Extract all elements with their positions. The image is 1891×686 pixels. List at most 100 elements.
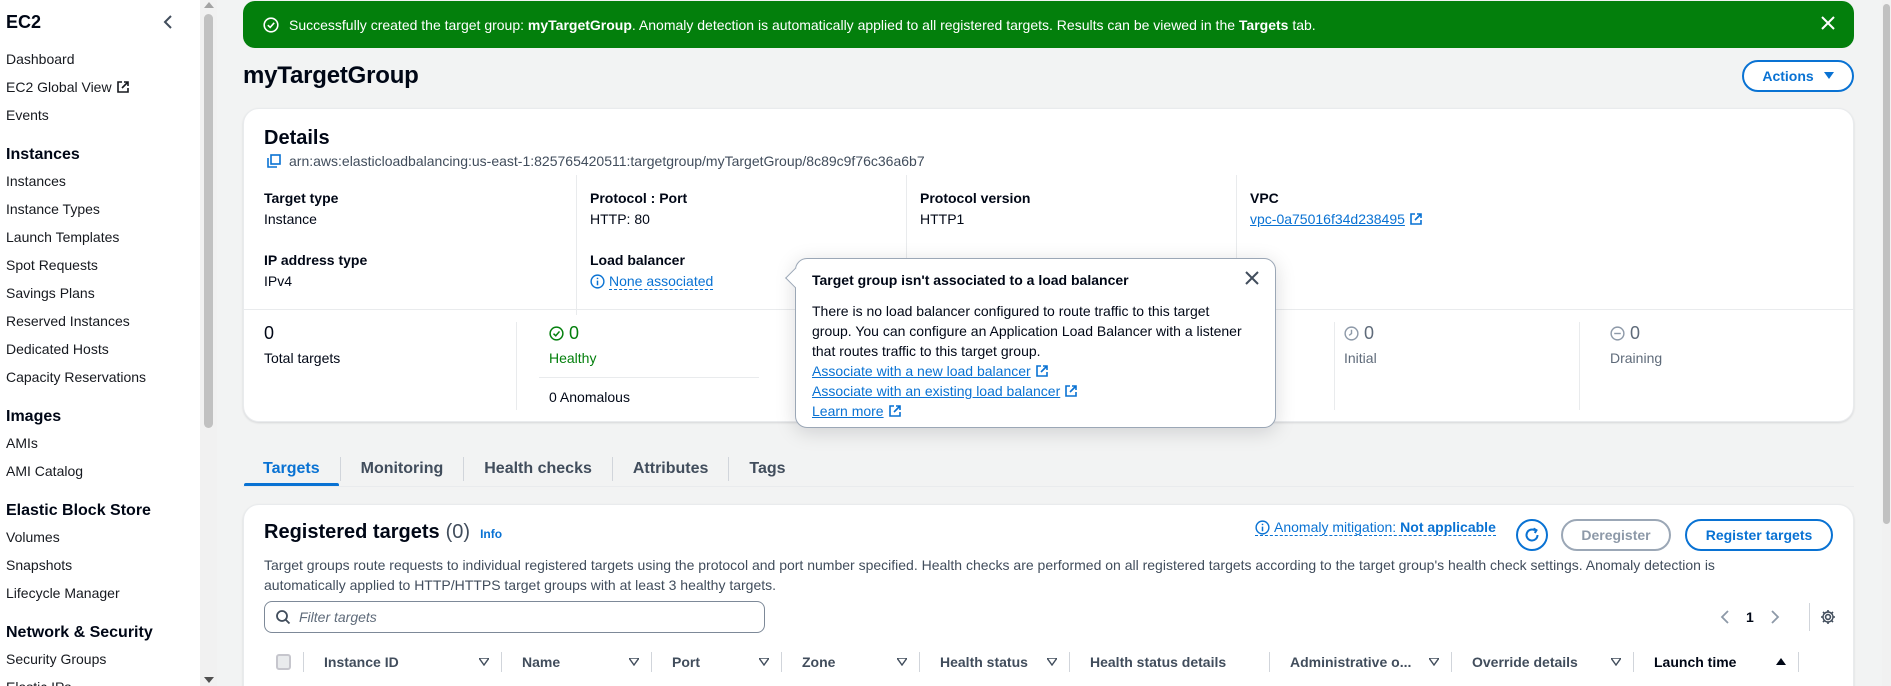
vpc-link[interactable]: vpc-0a75016f34d238495 (1250, 211, 1405, 227)
sidebar-header: EC2 (0, 0, 200, 44)
flash-close-icon[interactable] (1820, 15, 1836, 31)
vpc: VPC vpc-0a75016f34d238495 (1250, 190, 1423, 227)
column-header-override-details[interactable]: Override details (1452, 652, 1634, 672)
scroll-up-arrow-icon[interactable] (204, 2, 214, 8)
sort-caret-icon (1611, 658, 1621, 666)
external-link-icon (1409, 212, 1423, 226)
sort-caret-icon (1047, 658, 1057, 666)
sidebar-item-ami-catalog[interactable]: AMI Catalog (0, 457, 200, 485)
column-header-name[interactable]: Name (502, 652, 652, 672)
column-header-health-status[interactable]: Health status (920, 652, 1070, 672)
flash-message: Successfully created the target group: m… (289, 16, 1316, 33)
sidebar-item-elastic-ips[interactable]: Elastic IPs (0, 673, 200, 686)
details-heading: Details (264, 127, 330, 149)
protocol-port: Protocol : Port HTTP: 80 (590, 190, 688, 227)
sidebar-item-events[interactable]: Events (0, 101, 200, 129)
stat-total-targets: 0 Total targets (264, 323, 341, 366)
column-header-port[interactable]: Port (652, 652, 782, 672)
sidebar-item-launch-templates[interactable]: Launch Templates (0, 223, 200, 251)
sidebar-item-volumes[interactable]: Volumes (0, 523, 200, 551)
column-header-instance-id[interactable]: Instance ID (304, 652, 502, 672)
next-page-icon[interactable] (1770, 610, 1780, 624)
anomaly-mitigation[interactable]: Anomaly mitigation: Not applicable (1255, 519, 1496, 536)
popover-title: Target group isn't associated to a load … (812, 272, 1129, 288)
column-header-launch-time[interactable]: Launch time (1634, 652, 1799, 672)
sidebar: EC2 Dashboard EC2 Global View Events Ins… (0, 0, 200, 686)
minus-circle-icon (1610, 326, 1625, 341)
column-header-zone[interactable]: Zone (782, 652, 920, 672)
deregister-button[interactable]: Deregister (1561, 519, 1671, 551)
sidebar-item-capacity-reservations[interactable]: Capacity Reservations (0, 363, 200, 391)
actions-button[interactable]: Actions (1742, 60, 1854, 92)
sidebar-section-ebs: Elastic Block Store (6, 502, 151, 519)
sidebar-item-savings-plans[interactable]: Savings Plans (0, 279, 200, 307)
sidebar-item-instances[interactable]: Instances (0, 167, 200, 195)
sidebar-item-snapshots[interactable]: Snapshots (0, 551, 200, 579)
caret-down-icon (1823, 72, 1834, 80)
info-icon (590, 274, 605, 289)
success-check-icon (263, 16, 279, 33)
tab-tags[interactable]: Tags (729, 450, 805, 487)
healthy-check-icon (549, 326, 564, 341)
registered-targets-container: Registered targets (0) Info Anomaly miti… (243, 504, 1854, 686)
info-link[interactable]: Info (480, 527, 502, 541)
associate-new-lb-link[interactable]: Associate with a new load balancer (812, 363, 1031, 379)
external-link-icon (1064, 384, 1078, 398)
register-targets-button[interactable]: Register targets (1685, 519, 1833, 551)
sidebar-item-spot-requests[interactable]: Spot Requests (0, 251, 200, 279)
sort-caret-icon (759, 658, 769, 666)
tab-targets[interactable]: Targets (243, 450, 340, 487)
collapse-chevron-icon[interactable] (162, 15, 174, 29)
refresh-icon (1524, 527, 1540, 543)
copy-icon[interactable] (267, 154, 281, 168)
sort-ascending-icon (1776, 658, 1786, 666)
filter-targets-input[interactable]: Filter targets (264, 601, 765, 633)
sidebar-item-lifecycle-manager[interactable]: Lifecycle Manager (0, 579, 200, 607)
filter-placeholder: Filter targets (299, 609, 377, 625)
sidebar-section-instances: Instances (6, 146, 80, 163)
registered-targets-heading: Registered targets (0) Info (264, 521, 503, 543)
gear-icon[interactable] (1820, 609, 1836, 625)
learn-more-link[interactable]: Learn more (812, 403, 884, 419)
page-scroll-thumb[interactable] (1883, 4, 1890, 524)
success-flash-bar: Successfully created the target group: m… (243, 1, 1854, 48)
sidebar-item-amis[interactable]: AMIs (0, 429, 200, 457)
stat-initial: 0 Initial (1344, 323, 1377, 366)
column-header-administrative-override[interactable]: Administrative o... (1270, 652, 1452, 672)
associate-existing-lb-link[interactable]: Associate with an existing load balancer (812, 383, 1060, 399)
sidebar-item-reserved-instances[interactable]: Reserved Instances (0, 307, 200, 335)
tab-attributes[interactable]: Attributes (613, 450, 729, 487)
sidebar-item-instance-types[interactable]: Instance Types (0, 195, 200, 223)
load-balancer: Load balancer None associated (590, 252, 714, 290)
popover-close-icon[interactable] (1245, 271, 1259, 285)
sidebar-item-security-groups[interactable]: Security Groups (0, 645, 200, 673)
protocol-version: Protocol version HTTP1 (920, 190, 1031, 227)
column-header-health-status-details[interactable]: Health status details (1070, 652, 1270, 672)
sidebar-scroll-thumb[interactable] (204, 14, 213, 428)
sidebar-item-ec2-global-view[interactable]: EC2 Global View (0, 73, 200, 101)
stat-draining: 0 Draining (1610, 323, 1663, 366)
refresh-button[interactable] (1516, 519, 1548, 551)
external-link-icon (888, 404, 902, 418)
scroll-down-arrow-icon[interactable] (204, 677, 214, 683)
anomalous-count: 0 Anomalous (549, 389, 630, 405)
sort-caret-icon (629, 658, 639, 666)
sidebar-item-dashboard[interactable]: Dashboard (0, 45, 200, 73)
previous-page-icon[interactable] (1720, 610, 1730, 624)
arn-row: arn:aws:elasticloadbalancing:us-east-1:8… (267, 153, 925, 169)
info-icon (1255, 519, 1270, 535)
sort-caret-icon (1429, 658, 1439, 666)
none-associated-trigger[interactable]: None associated (609, 273, 714, 290)
target-type: Target type Instance (264, 190, 339, 227)
tab-monitoring[interactable]: Monitoring (341, 450, 464, 487)
select-all-checkbox[interactable] (276, 654, 291, 670)
page-scrollbar[interactable] (1882, 0, 1891, 686)
sidebar-section-images: Images (6, 408, 62, 425)
sidebar-title[interactable]: EC2 (6, 12, 41, 33)
tab-bar: Targets Monitoring Health checks Attribu… (243, 450, 806, 487)
sidebar-scrollbar[interactable] (200, 0, 217, 686)
sidebar-item-dedicated-hosts[interactable]: Dedicated Hosts (0, 335, 200, 363)
external-link-icon (1035, 364, 1049, 378)
current-page[interactable]: 1 (1746, 609, 1754, 625)
tab-health-checks[interactable]: Health checks (464, 450, 612, 487)
